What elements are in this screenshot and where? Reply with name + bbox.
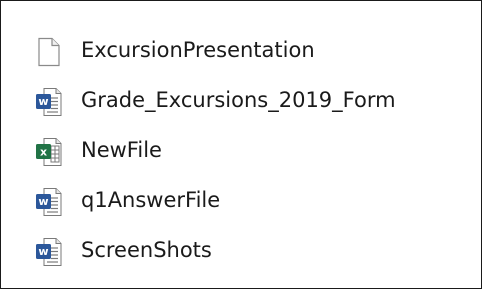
svg-text:x: x bbox=[40, 146, 47, 159]
file-name: q1AnswerFile bbox=[81, 188, 221, 212]
word-document-icon: w bbox=[36, 88, 62, 116]
file-item-screenshots[interactable]: w ScreenShots bbox=[1, 226, 481, 276]
file-name: ScreenShots bbox=[81, 238, 212, 262]
file-name: Grade_Excursions_2019_Form bbox=[81, 88, 396, 112]
file-item-excursionpresentation[interactable]: ExcursionPresentation bbox=[1, 26, 481, 76]
blank-document-icon bbox=[38, 37, 60, 67]
word-document-icon: w bbox=[36, 188, 62, 216]
file-list-window: ExcursionPresentation w Grade_Excursions… bbox=[0, 0, 482, 289]
svg-text:w: w bbox=[38, 195, 48, 208]
file-item-q1answerfile[interactable]: w q1AnswerFile bbox=[1, 176, 481, 226]
file-name: ExcursionPresentation bbox=[81, 38, 315, 62]
svg-text:w: w bbox=[38, 245, 48, 258]
file-item-newfile[interactable]: x NewFile bbox=[1, 126, 481, 176]
word-document-icon: w bbox=[36, 238, 62, 266]
excel-spreadsheet-icon: x bbox=[36, 138, 62, 166]
file-item-grade-excursions-2019-form[interactable]: w Grade_Excursions_2019_Form bbox=[1, 76, 481, 126]
svg-text:w: w bbox=[38, 95, 48, 108]
file-name: NewFile bbox=[81, 138, 162, 162]
